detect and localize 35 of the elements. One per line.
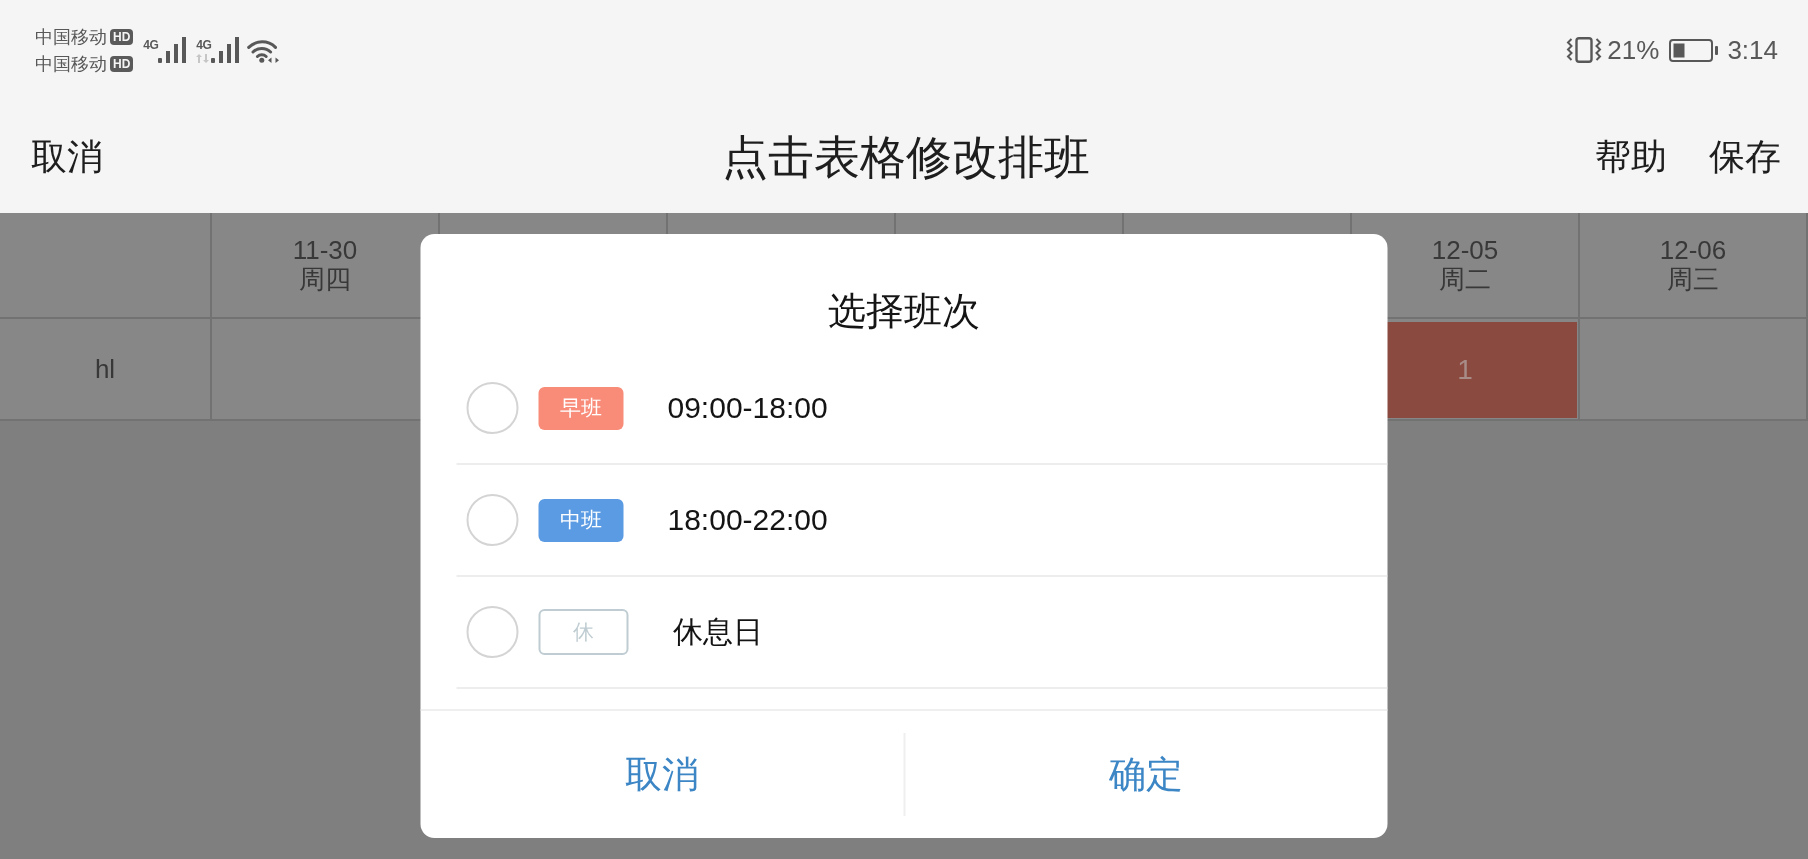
cancel-button[interactable]: 取消 [420, 711, 903, 838]
confirm-button[interactable]: 确定 [905, 711, 1388, 838]
help-button[interactable]: 帮助 [1595, 134, 1667, 179]
carrier-name: 中国移动 [35, 52, 107, 75]
option-label: 09:00-18:00 [667, 390, 828, 426]
date-label: 11-30 [292, 236, 358, 265]
vibrate-icon [1566, 37, 1603, 63]
page-title: 点击表格修改排班 [722, 129, 1090, 185]
weekday-label: 周三 [1667, 265, 1719, 294]
dialog-title: 选择班次 [828, 289, 980, 334]
wifi-icon [247, 37, 280, 63]
hd-badge: HD [110, 55, 134, 72]
shift-tag: 中班 [538, 498, 624, 542]
weekday-label: 周四 [299, 265, 351, 294]
employee-name: hl [94, 354, 116, 384]
hd-badge: HD [110, 28, 134, 45]
date-label: 12-06 [1659, 236, 1727, 265]
radio-button[interactable] [466, 382, 519, 434]
save-button[interactable]: 保存 [1709, 134, 1781, 179]
network-type-label: 4G [196, 39, 212, 51]
date-label: 12-05 [1431, 236, 1499, 265]
battery-icon [1669, 38, 1720, 62]
carrier-name: 中国移动 [35, 25, 107, 48]
clock-time: 3:14 [1727, 35, 1778, 65]
network-type-label: 4G [143, 39, 159, 51]
option-label: 18:00-22:00 [667, 502, 828, 538]
signal-icon [211, 37, 240, 63]
battery-percent: 21% [1607, 35, 1660, 65]
radio-button[interactable] [466, 606, 519, 658]
shift-tag: 休 [538, 609, 629, 655]
option-label: 休息日 [672, 614, 763, 650]
radio-button[interactable] [466, 494, 519, 546]
cancel-button[interactable]: 取消 [31, 134, 103, 179]
shift-tag: 早班 [538, 386, 624, 430]
weekday-label: 周二 [1439, 265, 1491, 294]
